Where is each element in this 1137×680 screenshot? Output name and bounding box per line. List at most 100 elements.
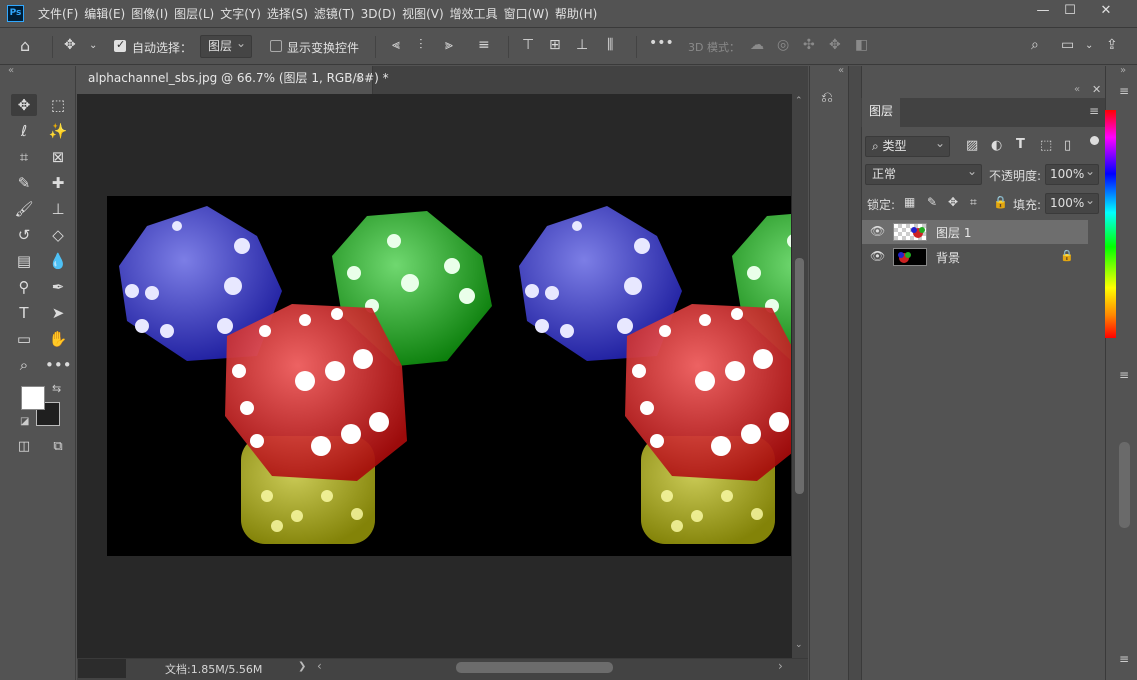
align-bottom-icon[interactable]: ⊥ bbox=[576, 37, 588, 53]
history-brush-tool-icon[interactable]: ↺ bbox=[11, 224, 37, 246]
menu-item[interactable]: 文字(Y) bbox=[220, 0, 267, 28]
scroll-down-icon[interactable]: ⌄ bbox=[795, 640, 803, 650]
scroll-left-icon[interactable]: ‹ bbox=[317, 659, 322, 673]
menu-item[interactable]: 选择(S) bbox=[267, 0, 314, 28]
menu-item[interactable]: 滤镜(T) bbox=[314, 0, 361, 28]
layer-row[interactable]: 👁 图层 1 bbox=[862, 220, 1088, 244]
menu-item[interactable]: 窗口(W) bbox=[504, 0, 555, 28]
layer-name[interactable]: 背景 bbox=[936, 249, 960, 266]
filter-type-icon[interactable]: T bbox=[1016, 137, 1025, 152]
crop-tool-icon[interactable]: ⌗ bbox=[11, 146, 37, 168]
3d-scale-icon[interactable]: ◧ bbox=[855, 37, 868, 53]
lock-artboard-icon[interactable]: ⌗ bbox=[970, 195, 977, 210]
home-icon[interactable]: ⌂ bbox=[20, 36, 30, 55]
panel-menu-icon[interactable]: ≡ bbox=[1119, 84, 1129, 98]
close-icon[interactable]: ✕ bbox=[1088, 0, 1124, 24]
eyedropper-tool-icon[interactable]: ✎ bbox=[11, 172, 37, 194]
hand-tool-icon[interactable]: ✋ bbox=[45, 328, 71, 350]
fill-field[interactable]: 100% ⌄ bbox=[1045, 193, 1099, 214]
filter-smart-object-icon[interactable]: ▯ bbox=[1064, 138, 1071, 153]
menu-item[interactable]: 文件(F) bbox=[38, 0, 84, 28]
auto-select-checkbox[interactable] bbox=[114, 38, 126, 52]
scroll-thumb[interactable] bbox=[1119, 442, 1130, 528]
distribute-icon[interactable]: ≡ bbox=[478, 37, 490, 53]
document-image[interactable] bbox=[107, 196, 791, 556]
workspace-icon[interactable]: ▭ bbox=[1061, 37, 1074, 53]
quick-mask-icon[interactable]: ◫ bbox=[11, 436, 37, 458]
align-hcenter-icon[interactable]: ⫶ bbox=[419, 37, 423, 53]
blend-mode-dropdown[interactable]: 正常 ⌄ bbox=[865, 164, 982, 185]
3d-roll-icon[interactable]: ◎ bbox=[777, 37, 789, 53]
screen-mode-icon[interactable]: ⧉ bbox=[45, 436, 71, 458]
horizontal-scroll-thumb[interactable] bbox=[456, 662, 613, 673]
brush-tool-icon[interactable]: 🖌 bbox=[11, 198, 37, 220]
document-tab[interactable]: alphachannel_sbs.jpg @ 66.7% (图层 1, RGB/… bbox=[77, 66, 389, 94]
scroll-up-icon[interactable]: ⌃ bbox=[795, 96, 803, 106]
collapse-icon[interactable]: « bbox=[1074, 84, 1080, 95]
eye-icon[interactable]: 👁 bbox=[870, 249, 885, 263]
type-tool-icon[interactable]: T bbox=[11, 302, 37, 324]
dodge-tool-icon[interactable]: ⚲ bbox=[11, 276, 37, 298]
rectangle-tool-icon[interactable]: ▭ bbox=[11, 328, 37, 350]
move-tool-icon[interactable]: ✥ bbox=[11, 94, 37, 116]
lock-image-icon[interactable]: ✎ bbox=[927, 195, 937, 209]
magic-wand-tool-icon[interactable]: ✨ bbox=[45, 120, 71, 142]
tab-layers[interactable]: 图层 bbox=[862, 98, 900, 127]
menu-item[interactable]: 图像(I) bbox=[131, 0, 174, 28]
distribute-vertical-icon[interactable]: ⫼ bbox=[607, 37, 613, 53]
filter-shape-icon[interactable]: ⬚ bbox=[1040, 138, 1052, 153]
status-menu-arrow[interactable]: ❯ bbox=[298, 661, 306, 672]
auto-select-target-dropdown[interactable]: 图层 bbox=[200, 33, 252, 58]
menu-item[interactable]: 3D(D) bbox=[361, 0, 402, 28]
layer-filter-dropdown[interactable]: ⌕ 类型 ⌄ bbox=[865, 136, 950, 157]
blur-tool-icon[interactable]: 💧 bbox=[45, 250, 71, 272]
zoom-level-field[interactable] bbox=[78, 659, 126, 678]
panel-menu-icon[interactable]: ≡ bbox=[1089, 104, 1099, 118]
show-transform-checkbox[interactable] bbox=[270, 40, 282, 52]
3d-pan-icon[interactable]: ✣ bbox=[803, 37, 815, 53]
move-tool-icon[interactable]: ✥ bbox=[64, 37, 76, 53]
maximize-icon[interactable]: ☐ bbox=[1052, 0, 1088, 24]
align-left-icon[interactable]: ⫷ bbox=[392, 37, 400, 53]
foreground-color-swatch[interactable] bbox=[21, 386, 45, 410]
layer-name[interactable]: 图层 1 bbox=[936, 224, 971, 241]
vertical-scroll-thumb[interactable] bbox=[795, 258, 804, 494]
chevron-down-icon[interactable]: ⌄ bbox=[1085, 40, 1093, 51]
collapse-icon[interactable]: « bbox=[8, 65, 14, 76]
search-icon[interactable]: ⌕ bbox=[1031, 37, 1039, 53]
default-colors-icon[interactable]: ◪ bbox=[20, 416, 29, 427]
menu-item[interactable]: 增效工具 bbox=[450, 0, 504, 28]
pen-tool-icon[interactable]: ✒ bbox=[45, 276, 71, 298]
lock-all-icon[interactable]: 🔒 bbox=[993, 195, 1008, 209]
scroll-right-icon[interactable]: › bbox=[778, 659, 783, 673]
swap-colors-icon[interactable]: ⇆ bbox=[52, 382, 61, 395]
eye-icon[interactable]: 👁 bbox=[870, 224, 885, 238]
3d-slide-icon[interactable]: ✥ bbox=[829, 37, 841, 53]
filter-pixel-icon[interactable]: ▨ bbox=[966, 138, 978, 153]
menu-item[interactable]: 图层(L) bbox=[174, 0, 220, 28]
healing-brush-tool-icon[interactable]: ✚ bbox=[45, 172, 71, 194]
clone-stamp-tool-icon[interactable]: ⊥ bbox=[45, 198, 71, 220]
more-options-icon[interactable]: ••• bbox=[649, 35, 674, 51]
align-vcenter-icon[interactable]: ⊞ bbox=[549, 37, 561, 53]
panel-menu-icon[interactable]: ≡ bbox=[1119, 652, 1129, 666]
3d-orbit-icon[interactable]: ☁ bbox=[750, 37, 764, 53]
close-icon[interactable]: ✕ bbox=[1092, 83, 1101, 96]
align-top-icon[interactable]: ⊤ bbox=[522, 37, 534, 53]
layer-row[interactable]: 👁 背景 🔒 bbox=[862, 245, 1088, 269]
gradient-tool-icon[interactable]: ▤ bbox=[11, 250, 37, 272]
lasso-tool-icon[interactable]: ℓ bbox=[11, 120, 37, 142]
menu-item[interactable]: 编辑(E) bbox=[84, 0, 131, 28]
menu-item[interactable]: 帮助(H) bbox=[555, 0, 603, 28]
lock-position-icon[interactable]: ✥ bbox=[948, 195, 958, 209]
share-icon[interactable]: ⇪ bbox=[1106, 37, 1118, 53]
collapse-icon[interactable]: » bbox=[1120, 65, 1126, 76]
close-icon[interactable]: × bbox=[355, 66, 364, 91]
zoom-tool-icon[interactable]: ⌕ bbox=[11, 354, 37, 376]
opacity-field[interactable]: 100% ⌄ bbox=[1045, 164, 1099, 185]
filter-adjustment-icon[interactable]: ◐ bbox=[991, 138, 1002, 153]
eraser-tool-icon[interactable]: ◇ bbox=[45, 224, 71, 246]
menu-item[interactable]: 视图(V) bbox=[402, 0, 450, 28]
color-spectrum[interactable] bbox=[1105, 110, 1116, 338]
history-panel-icon[interactable]: ⎌ bbox=[821, 88, 833, 106]
